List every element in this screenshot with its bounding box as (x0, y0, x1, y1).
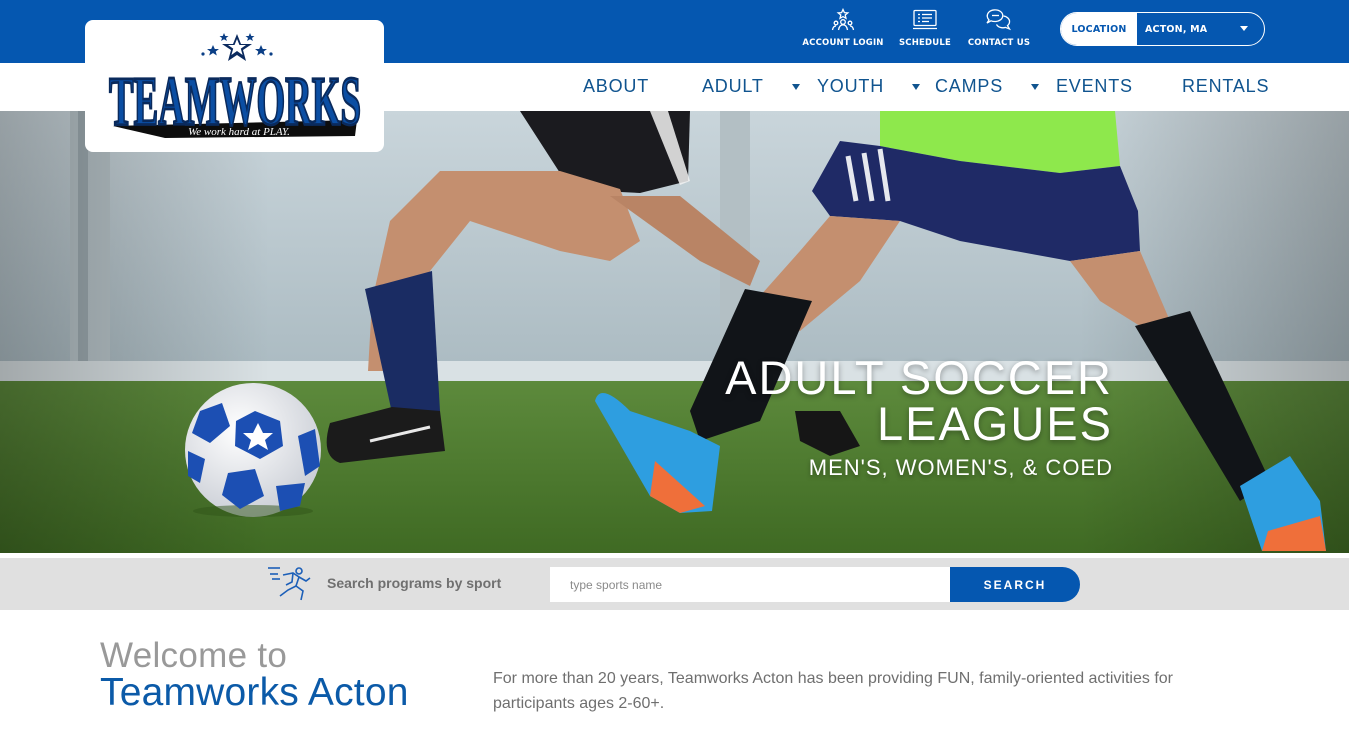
location-value: ACTON, MA (1145, 23, 1208, 35)
nav-item-adult[interactable]: ADULT (702, 76, 800, 97)
nav-item-youth[interactable]: YOUTH (817, 76, 920, 97)
contact-us-label: CONTACT US (967, 38, 1031, 48)
account-login-link[interactable]: ACCOUNT LOGIN (802, 8, 884, 48)
nav-item-adult-label: ADULT (702, 76, 764, 96)
nav-item-rentals-label: RENTALS (1182, 76, 1270, 96)
caret-down-icon[interactable] (912, 83, 920, 90)
logo-tagline-text: We work hard at PLAY. (188, 126, 290, 138)
logo-stars-icon (201, 33, 273, 61)
sport-search-input[interactable] (550, 567, 950, 602)
caret-down-icon[interactable] (1031, 83, 1040, 90)
schedule-label: SCHEDULE (898, 38, 952, 48)
caret-down-icon[interactable] (791, 83, 800, 90)
schedule-link[interactable]: SCHEDULE (897, 8, 953, 48)
nav-item-youth-label: YOUTH (817, 76, 884, 96)
nav-item-camps-label: CAMPS (935, 76, 1004, 96)
hero-banner[interactable]: ADULT SOCCER LEAGUES MEN'S, WOMEN'S, & C… (0, 111, 1349, 553)
welcome-title: Teamworks Acton (100, 671, 409, 714)
nav-item-about[interactable]: ABOUT (583, 76, 649, 97)
nav-item-events[interactable]: EVENTS (1056, 76, 1133, 97)
account-login-label: ACCOUNT LOGIN (802, 38, 884, 48)
account-login-icon (829, 8, 857, 32)
runner-icon (268, 567, 311, 601)
hero-title: ADULT SOCCER LEAGUES (725, 351, 1113, 450)
chevron-down-icon (1240, 26, 1248, 31)
welcome-pretitle: Welcome to (100, 636, 288, 675)
nav-item-about-label: ABOUT (583, 76, 650, 96)
nav-item-rentals[interactable]: RENTALS (1182, 76, 1269, 97)
hero-subtitle: MEN'S, WOMEN'S, & COED (808, 455, 1113, 480)
nav-item-events-label: EVENTS (1056, 76, 1133, 96)
contact-chat-icon (985, 8, 1013, 32)
location-selector[interactable]: LOCATION ACTON, MA (1060, 12, 1265, 46)
hero-soccer-image (0, 111, 1349, 553)
nav-item-camps[interactable]: CAMPS (935, 76, 1040, 97)
hero-title-line-2: LEAGUES (876, 397, 1113, 450)
search-label: Search programs by sport (327, 575, 502, 591)
contact-us-link[interactable]: CONTACT US (966, 8, 1032, 48)
location-dropdown[interactable]: ACTON, MA (1137, 13, 1264, 45)
location-label: LOCATION (1061, 13, 1137, 45)
schedule-icon (911, 8, 939, 32)
welcome-body-text: For more than 20 years, Teamworks Acton … (493, 670, 1173, 712)
search-button[interactable]: SEARCH (950, 567, 1080, 602)
sport-search-bar: Search programs by sport SEARCH (0, 558, 1349, 610)
teamworks-logo[interactable]: TEAMWORKS We work hard at PLAY. (85, 20, 384, 152)
hero-title-line-1: ADULT SOCCER (725, 351, 1113, 404)
